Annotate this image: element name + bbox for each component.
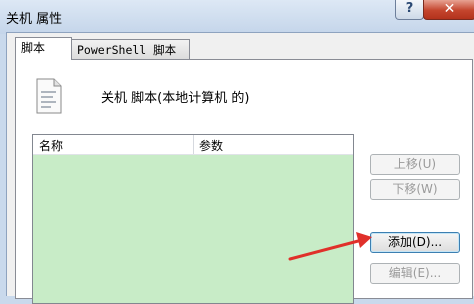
tab-scripts[interactable]: 脚本 xyxy=(15,37,72,60)
window-title: 关机 属性 xyxy=(6,12,63,27)
add-button[interactable]: 添加(D)... xyxy=(370,232,460,253)
move-up-button[interactable]: 上移(U) xyxy=(370,154,460,175)
tab-powershell-scripts[interactable]: PowerShell 脚本 xyxy=(71,39,190,59)
move-down-button[interactable]: 下移(W) xyxy=(370,179,460,200)
list-header: 名称 参数 xyxy=(33,135,353,155)
scripts-list[interactable]: 名称 参数 xyxy=(32,134,354,304)
title-bar: 关机 属性 ? ✕ xyxy=(0,0,474,34)
close-button[interactable]: ✕ xyxy=(423,0,474,20)
column-header-parameters[interactable]: 参数 xyxy=(199,137,223,154)
edit-button[interactable]: 编辑(E)... xyxy=(370,263,460,284)
script-heading: 关机 脚本(本地计算机 的) xyxy=(101,91,250,106)
column-header-name[interactable]: 名称 xyxy=(39,137,63,154)
help-button[interactable]: ? xyxy=(395,0,424,20)
column-separator[interactable] xyxy=(193,135,194,154)
script-file-icon xyxy=(36,78,62,114)
scripts-panel: 关机 脚本(本地计算机 的) 名称 参数 上移(U) 下移(W) 添加(D)..… xyxy=(15,59,473,304)
properties-dialog: 脚本 PowerShell 脚本 关机 脚本(本地计算机 的) 名称 参数 上移… xyxy=(6,32,474,304)
